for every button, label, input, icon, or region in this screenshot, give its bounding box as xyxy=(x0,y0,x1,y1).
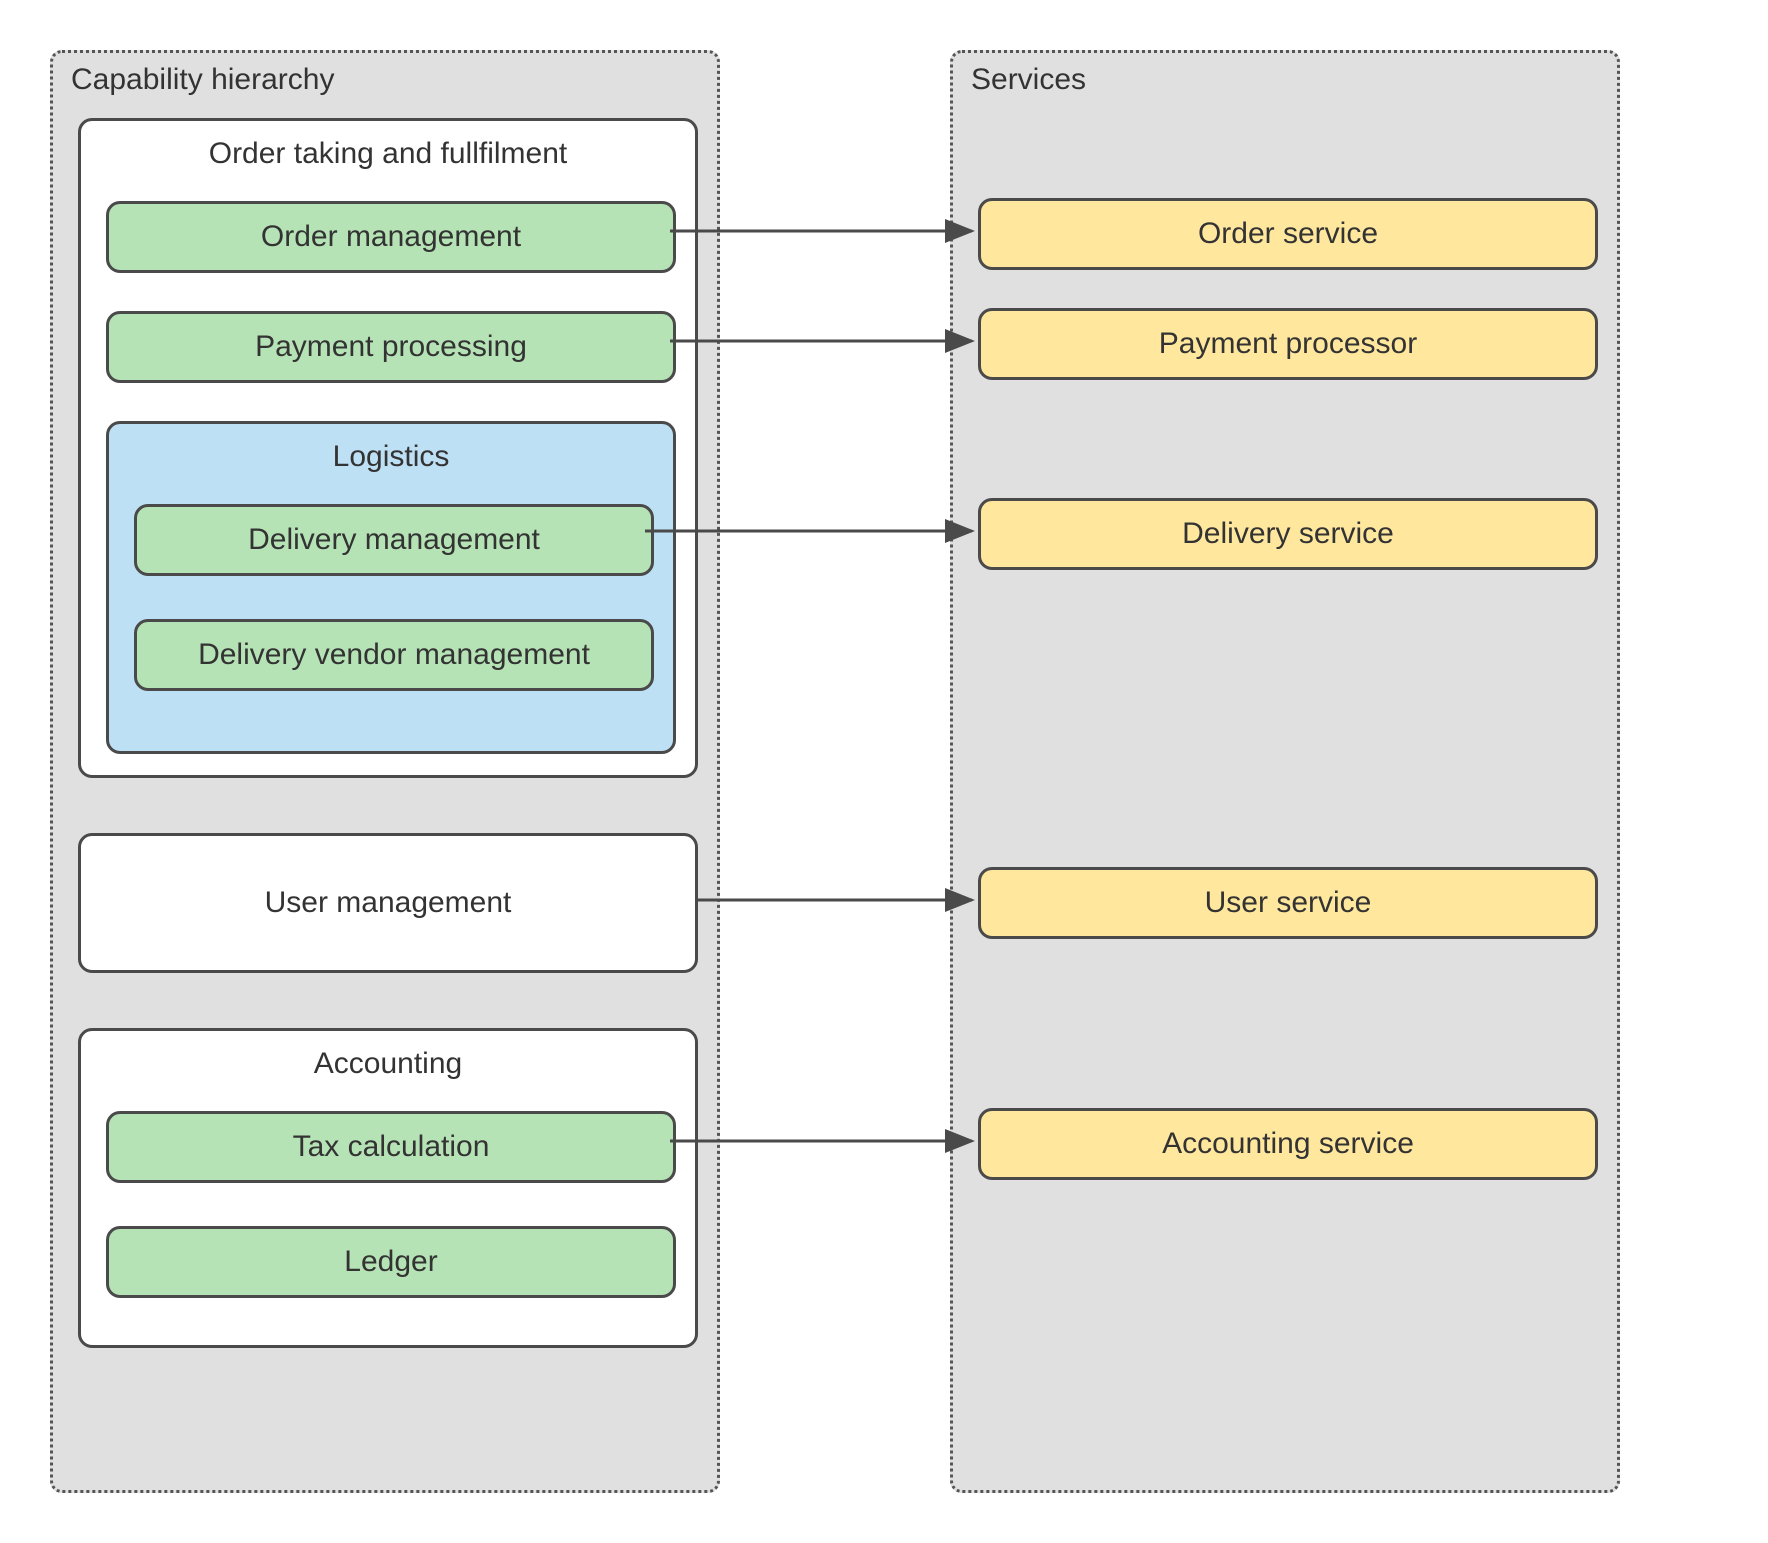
tax-calculation-label: Tax calculation xyxy=(293,1130,490,1164)
order-fulfilment-group: Order taking and fullfilment Order manag… xyxy=(78,118,698,778)
logistics-title: Logistics xyxy=(109,424,673,484)
payment-processor-box: Payment processor xyxy=(978,308,1598,380)
diagram-root: Capability hierarchy Order taking and fu… xyxy=(50,50,1718,1493)
user-management-group: User management xyxy=(78,833,698,973)
payment-processing-label: Payment processing xyxy=(255,330,527,364)
payment-processor-label: Payment processor xyxy=(1159,327,1417,361)
capabilities-panel: Capability hierarchy Order taking and fu… xyxy=(50,50,720,1493)
delivery-management-label: Delivery management xyxy=(248,523,540,557)
order-fulfilment-title: Order taking and fullfilment xyxy=(81,121,695,181)
capabilities-panel-title: Capability hierarchy xyxy=(71,63,334,97)
user-management-title: User management xyxy=(265,886,512,920)
ledger-label: Ledger xyxy=(344,1245,437,1279)
accounting-title: Accounting xyxy=(81,1031,695,1091)
delivery-vendor-management-label: Delivery vendor management xyxy=(198,638,590,672)
logistics-group: Logistics Delivery management Delivery v… xyxy=(106,421,676,754)
delivery-vendor-management-box: Delivery vendor management xyxy=(134,619,654,691)
user-service-box: User service xyxy=(978,867,1598,939)
services-panel-title: Services xyxy=(971,63,1086,97)
delivery-service-label: Delivery service xyxy=(1182,517,1394,551)
ledger-box: Ledger xyxy=(106,1226,676,1298)
payment-processing-box: Payment processing xyxy=(106,311,676,383)
order-service-box: Order service xyxy=(978,198,1598,270)
accounting-service-label: Accounting service xyxy=(1162,1127,1414,1161)
tax-calculation-box: Tax calculation xyxy=(106,1111,676,1183)
delivery-service-box: Delivery service xyxy=(978,498,1598,570)
order-management-box: Order management xyxy=(106,201,676,273)
services-panel: Services Order service Payment processor… xyxy=(950,50,1620,1493)
order-management-label: Order management xyxy=(261,220,521,254)
accounting-group: Accounting Tax calculation Ledger xyxy=(78,1028,698,1348)
delivery-management-box: Delivery management xyxy=(134,504,654,576)
order-service-label: Order service xyxy=(1198,217,1378,251)
accounting-service-box: Accounting service xyxy=(978,1108,1598,1180)
user-service-label: User service xyxy=(1205,886,1372,920)
